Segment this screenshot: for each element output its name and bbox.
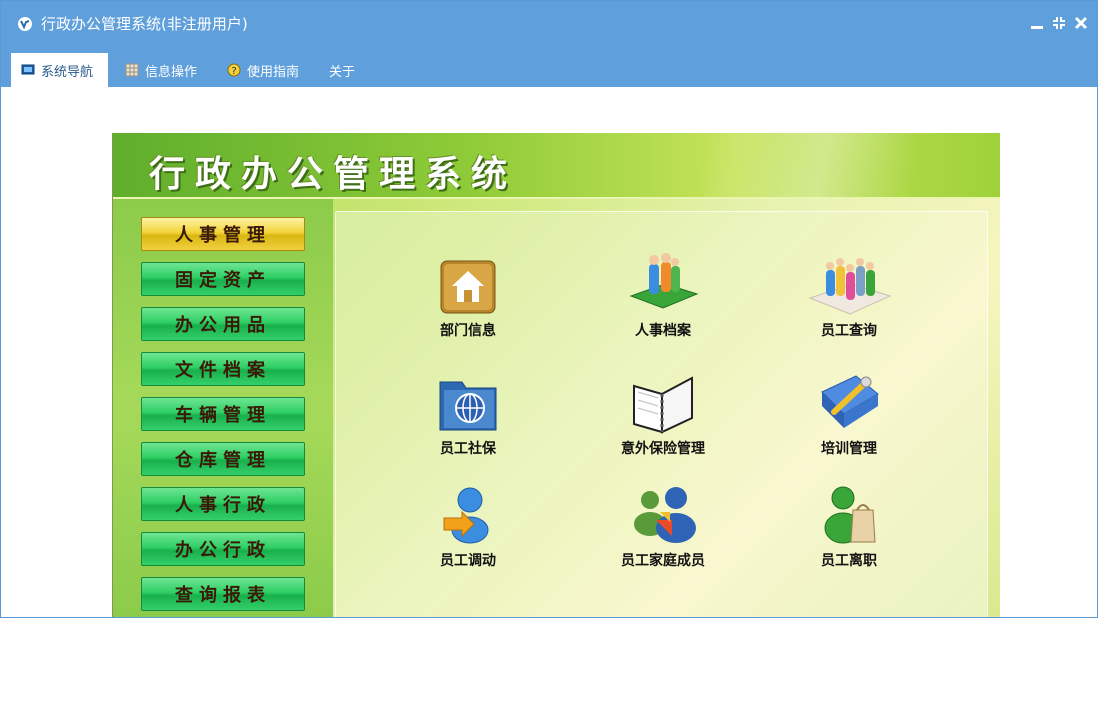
tile-label: 员工社保 <box>440 441 496 457</box>
sidebar-item-document-archive[interactable]: 文件档案 <box>141 352 305 386</box>
grid-icon <box>125 63 139 77</box>
sidebar-item-office-supplies[interactable]: 办公用品 <box>141 307 305 341</box>
menu-item-about[interactable]: 关于 <box>319 53 365 87</box>
users-icon <box>634 487 696 543</box>
tile-label: 员工离职 <box>821 553 877 569</box>
house-icon <box>440 260 496 314</box>
help-icon: ? <box>227 63 241 77</box>
app-window: 行政办公管理系统(非注册用户) 系统导航 信息操作 ? 使用指南 关于 行政办公… <box>0 0 1098 618</box>
tile-label: 意外保险管理 <box>621 441 705 457</box>
tile-personnel-files[interactable]: 人事档案 <box>588 252 738 340</box>
monitor-icon <box>21 64 35 75</box>
banner-title: 行政办公管理系统 <box>149 153 518 195</box>
tile-social-security[interactable]: 员工社保 <box>393 372 543 458</box>
menu-item-info-ops[interactable]: 信息操作 <box>115 53 207 87</box>
people-book-icon <box>629 253 699 309</box>
tools-book-icon <box>821 375 879 428</box>
sidebar-item-office-admin[interactable]: 办公行政 <box>141 532 305 566</box>
menu-item-label: 关于 <box>329 64 356 80</box>
sidebar-item-hr[interactable]: 人事管理 <box>141 217 305 251</box>
tile-employee-transfer[interactable]: 员工调动 <box>393 484 543 570</box>
restore-icon[interactable] <box>1051 15 1067 31</box>
tile-family-members[interactable]: 员工家庭成员 <box>588 484 738 570</box>
menu-bar: 系统导航 信息操作 ? 使用指南 关于 <box>1 47 1097 87</box>
sidebar-item-warehouse[interactable]: 仓库管理 <box>141 442 305 476</box>
sidebar: 人事管理 固定资产 办公用品 文件档案 车辆管理 仓库管理 人事行政 办公行政 … <box>113 199 333 617</box>
sidebar-item-reports[interactable]: 查询报表 <box>141 577 305 611</box>
user-bag-icon <box>824 486 876 544</box>
navigation-panel: 行政办公管理系统 人事管理 固定资产 办公用品 文件档案 车辆管理 仓库管理 人… <box>112 133 1000 617</box>
svg-text:?: ? <box>231 66 236 77</box>
tile-label: 人事档案 <box>635 323 691 339</box>
module-grid: 部门信息 人事档案 员工查询 员工社保 意外保险管理 培训管理 员工调动 员工家… <box>335 211 988 617</box>
menu-item-user-guide[interactable]: ? 使用指南 <box>217 53 309 87</box>
menu-item-system-nav[interactable]: 系统导航 <box>11 53 108 87</box>
app-logo-icon <box>18 17 32 31</box>
sidebar-item-fixed-assets[interactable]: 固定资产 <box>141 262 305 296</box>
tile-training[interactable]: 培训管理 <box>774 372 924 458</box>
banner: 行政办公管理系统 <box>113 133 1000 199</box>
sidebar-item-hr-admin[interactable]: 人事行政 <box>141 487 305 521</box>
open-book-icon <box>633 376 693 434</box>
window-title: 行政办公管理系统(非注册用户) <box>41 15 248 33</box>
globe-folder-icon <box>439 381 497 431</box>
menu-item-label: 系统导航 <box>41 64 94 80</box>
sidebar-item-vehicles[interactable]: 车辆管理 <box>141 397 305 431</box>
menu-item-label: 使用指南 <box>247 64 300 80</box>
tile-label: 员工调动 <box>440 553 496 569</box>
tile-label: 部门信息 <box>440 323 496 339</box>
tile-label: 员工查询 <box>821 323 877 339</box>
close-icon[interactable] <box>1073 15 1089 31</box>
tile-label: 员工家庭成员 <box>621 553 705 569</box>
tile-department-info[interactable]: 部门信息 <box>393 258 543 340</box>
tile-accident-insurance[interactable]: 意外保险管理 <box>588 372 738 458</box>
title-bar[interactable]: 行政办公管理系统(非注册用户) <box>1 1 1097 47</box>
tile-resignation[interactable]: 员工离职 <box>774 484 924 570</box>
people-group-icon <box>808 258 892 315</box>
user-arrow-icon <box>443 487 489 544</box>
menu-item-label: 信息操作 <box>145 64 198 80</box>
tile-label: 培训管理 <box>821 441 877 457</box>
minimize-icon[interactable] <box>1029 15 1045 31</box>
tile-employee-search[interactable]: 员工查询 <box>774 252 924 340</box>
